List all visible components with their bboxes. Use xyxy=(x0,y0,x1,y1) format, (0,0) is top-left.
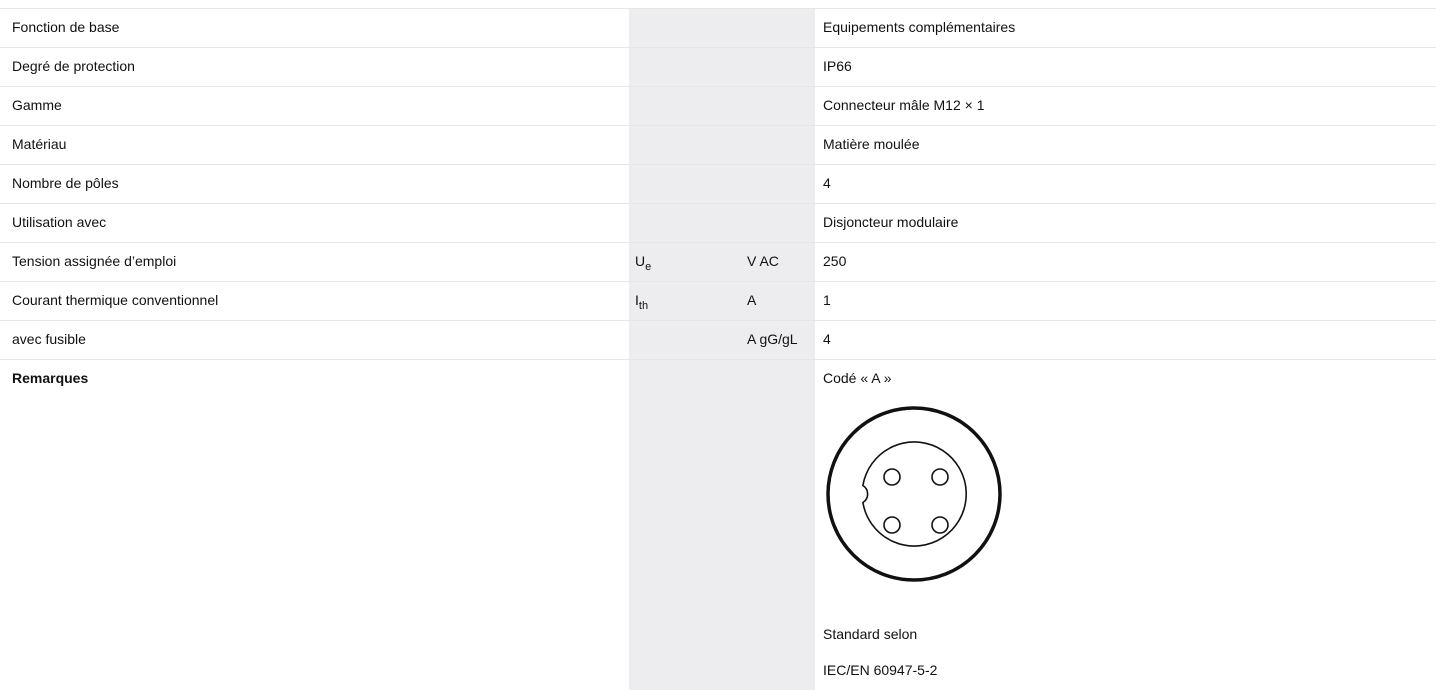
standard-value: IEC/EN 60947-5-2 xyxy=(823,662,938,678)
row-label: Courant thermique conventionnel xyxy=(12,292,219,308)
row-value: Connecteur mâle M12 × 1 xyxy=(823,97,985,113)
remarks-label: Remarques xyxy=(12,370,89,386)
row-value: 4 xyxy=(823,175,831,191)
row-value: Matière moulée xyxy=(823,136,920,152)
row-symbol: Ue xyxy=(635,243,651,282)
standard-label: Standard selon xyxy=(823,626,918,642)
connector-outer-ring xyxy=(826,406,1002,582)
pin-1 xyxy=(883,468,901,486)
table-row: Matériau Matière moulée xyxy=(0,126,1436,165)
table-row: Degré de protection IP66 xyxy=(0,48,1436,87)
connector-drawing xyxy=(826,406,1002,582)
row-symbol: Ith xyxy=(635,282,648,321)
row-unit: A gG/gL xyxy=(747,331,798,347)
connector-inner-contour xyxy=(862,441,967,547)
row-value: Equipements complémentaires xyxy=(823,19,1016,35)
row-label: Utilisation avec xyxy=(12,214,107,230)
row-label: Gamme xyxy=(12,97,62,113)
table-row: Utilisation avec Disjoncteur modulaire xyxy=(0,204,1436,243)
symbol-subscript: e xyxy=(645,261,652,273)
row-value: 250 xyxy=(823,253,847,269)
symbol-subscript: th xyxy=(638,300,649,312)
row-value: IP66 xyxy=(823,58,852,74)
table-row: Gamme Connecteur mâle M12 × 1 xyxy=(0,87,1436,126)
table-row: Courant thermique conventionnel Ith A 1 xyxy=(0,282,1436,321)
row-label: Nombre de pôles xyxy=(12,175,119,191)
table-row: Fonction de base Equipements complémenta… xyxy=(0,8,1436,48)
row-label: Matériau xyxy=(12,136,67,152)
row-label: Degré de protection xyxy=(12,58,135,74)
table-row: avec fusible A gG/gL 4 xyxy=(0,321,1436,360)
row-value: Disjoncteur modulaire xyxy=(823,214,959,230)
row-label: Tension assignée d’emploi xyxy=(12,253,177,269)
pin-2 xyxy=(931,468,949,486)
pin-3 xyxy=(883,516,901,534)
row-value: 1 xyxy=(823,292,831,308)
row-value: 4 xyxy=(823,331,831,347)
table-row: Tension assignée d’emploi Ue V AC 250 xyxy=(0,243,1436,282)
row-unit: V AC xyxy=(747,253,779,269)
spec-table: Fonction de base Equipements complémenta… xyxy=(0,8,1436,360)
table-row: Nombre de pôles 4 xyxy=(0,165,1436,204)
coding-text: Codé « A » xyxy=(823,370,892,386)
pin-4 xyxy=(931,516,949,534)
symbol-letter: U xyxy=(635,253,646,269)
row-label: Fonction de base xyxy=(12,19,120,35)
row-label: avec fusible xyxy=(12,331,86,347)
row-unit: A xyxy=(747,292,757,308)
